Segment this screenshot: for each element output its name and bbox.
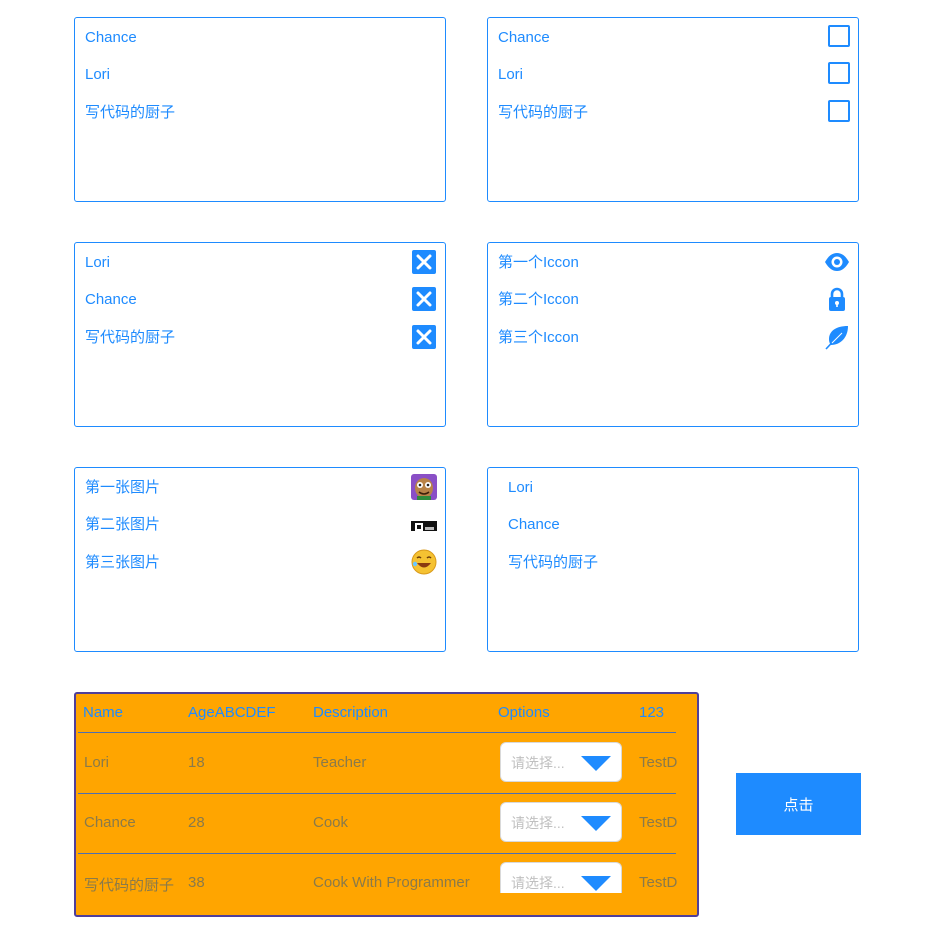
column-header-123: 123 — [639, 704, 665, 721]
cartoon-face-image — [411, 474, 437, 500]
dark-screenshot-image — [411, 518, 437, 531]
cell-extra: TestD — [639, 814, 678, 831]
list-item[interactable]: 第三张图片 — [85, 549, 437, 575]
list-item[interactable]: 写代码的厨子 — [498, 100, 850, 125]
eye-icon — [824, 249, 850, 275]
cell-age: 18 — [188, 754, 205, 771]
list-item[interactable]: 写代码的厨子 — [85, 325, 437, 350]
cell-description: Cook — [313, 814, 349, 831]
cell-extra: TestD — [639, 874, 678, 891]
cell-name: Chance — [84, 814, 136, 831]
list-item-label: 第三个Iccon — [498, 329, 579, 346]
list-item[interactable]: 第二张图片 — [85, 513, 437, 537]
select-placeholder: 请选择... — [511, 755, 565, 771]
chevron-down-icon — [581, 756, 611, 771]
checkbox[interactable] — [828, 62, 850, 84]
checkbox[interactable] — [828, 25, 850, 47]
list-item-label: 第一个Iccon — [498, 254, 579, 271]
icon-list: 第一个Iccon 第二个Iccon 第三个Iccon — [487, 242, 859, 427]
list-item-label: 写代码的厨子 — [85, 104, 176, 121]
list-item[interactable]: Lori — [85, 250, 437, 275]
list-item-label: 写代码的厨子 — [508, 554, 599, 571]
divider — [78, 732, 676, 733]
close-icon[interactable] — [412, 325, 436, 349]
list-item-label: 第二个Iccon — [498, 291, 579, 308]
divider — [78, 853, 676, 854]
close-icon[interactable] — [412, 287, 436, 311]
list-item[interactable]: Lori — [498, 62, 850, 87]
list-item-label: Lori — [85, 254, 111, 271]
list-item-label: Lori — [498, 66, 524, 83]
list-item[interactable]: 第一张图片 — [85, 474, 437, 500]
chevron-down-icon — [581, 816, 611, 831]
lock-icon — [824, 286, 850, 312]
column-header-options: Options — [498, 704, 550, 721]
list-item-label: Chance — [85, 29, 137, 46]
list-item[interactable]: Chance — [498, 25, 850, 50]
cell-age: 38 — [188, 874, 205, 891]
list-item[interactable]: Lori — [85, 63, 437, 87]
column-header-description: Description — [313, 704, 389, 721]
list-item[interactable]: Lori — [508, 476, 850, 500]
list-item[interactable]: 第三个Iccon — [498, 326, 850, 350]
list-item[interactable]: Chance — [85, 26, 437, 50]
options-select[interactable]: 请选择... — [500, 862, 622, 893]
column-header-name: Name — [83, 704, 124, 721]
options-select[interactable]: 请选择... — [500, 802, 622, 842]
data-table: Name AgeABCDEF Description Options 123 L… — [74, 692, 699, 917]
list-item-label: 写代码的厨子 — [85, 329, 176, 346]
list-item[interactable]: 第二个Iccon — [498, 286, 850, 312]
chevron-down-icon — [581, 876, 611, 891]
list-item-label: Lori — [85, 66, 111, 83]
options-select[interactable]: 请选择... — [500, 742, 622, 782]
select-placeholder: 请选择... — [511, 815, 565, 831]
list-item-label: Chance — [498, 29, 550, 46]
divider — [78, 793, 676, 794]
cell-name: Lori — [84, 754, 110, 771]
indented-list: Lori Chance 写代码的厨子 — [487, 467, 859, 652]
list-item[interactable]: Chance — [85, 287, 437, 312]
column-header-age: AgeABCDEF — [188, 704, 276, 721]
list-item[interactable]: 写代码的厨子 — [508, 551, 850, 575]
cell-description: Cook With Programmer — [313, 874, 470, 891]
list-item-label: Chance — [85, 291, 137, 308]
cell-name: 写代码的厨子 — [84, 877, 175, 894]
close-icon[interactable] — [412, 250, 436, 274]
list-item-label: Lori — [508, 479, 534, 496]
list-item-label: 第一张图片 — [85, 479, 161, 496]
checkbox-list: Chance Lori 写代码的厨子 — [487, 17, 859, 202]
list-item-label: 第三张图片 — [85, 554, 161, 571]
list-item-label: Chance — [508, 516, 560, 533]
list-item[interactable]: Chance — [508, 513, 850, 537]
select-placeholder: 请选择... — [511, 875, 565, 891]
checkbox[interactable] — [828, 100, 850, 122]
list-item[interactable]: 第一个Iccon — [498, 251, 850, 275]
removable-list: Lori Chance 写代码的厨子 — [74, 242, 446, 427]
list-item-label: 第二张图片 — [85, 516, 161, 533]
click-button[interactable]: 点击 — [736, 773, 861, 835]
list-item[interactable]: 写代码的厨子 — [85, 101, 437, 125]
cell-description: Teacher — [313, 754, 367, 771]
list-item-label: 写代码的厨子 — [498, 104, 589, 121]
laughing-emoji-image — [411, 549, 437, 575]
cell-age: 28 — [188, 814, 205, 831]
leaf-icon — [824, 324, 850, 350]
cell-extra: TestD — [639, 754, 678, 771]
image-list: 第一张图片 第二张图片 第三张图片 — [74, 467, 446, 652]
plain-list: Chance Lori 写代码的厨子 — [74, 17, 446, 202]
